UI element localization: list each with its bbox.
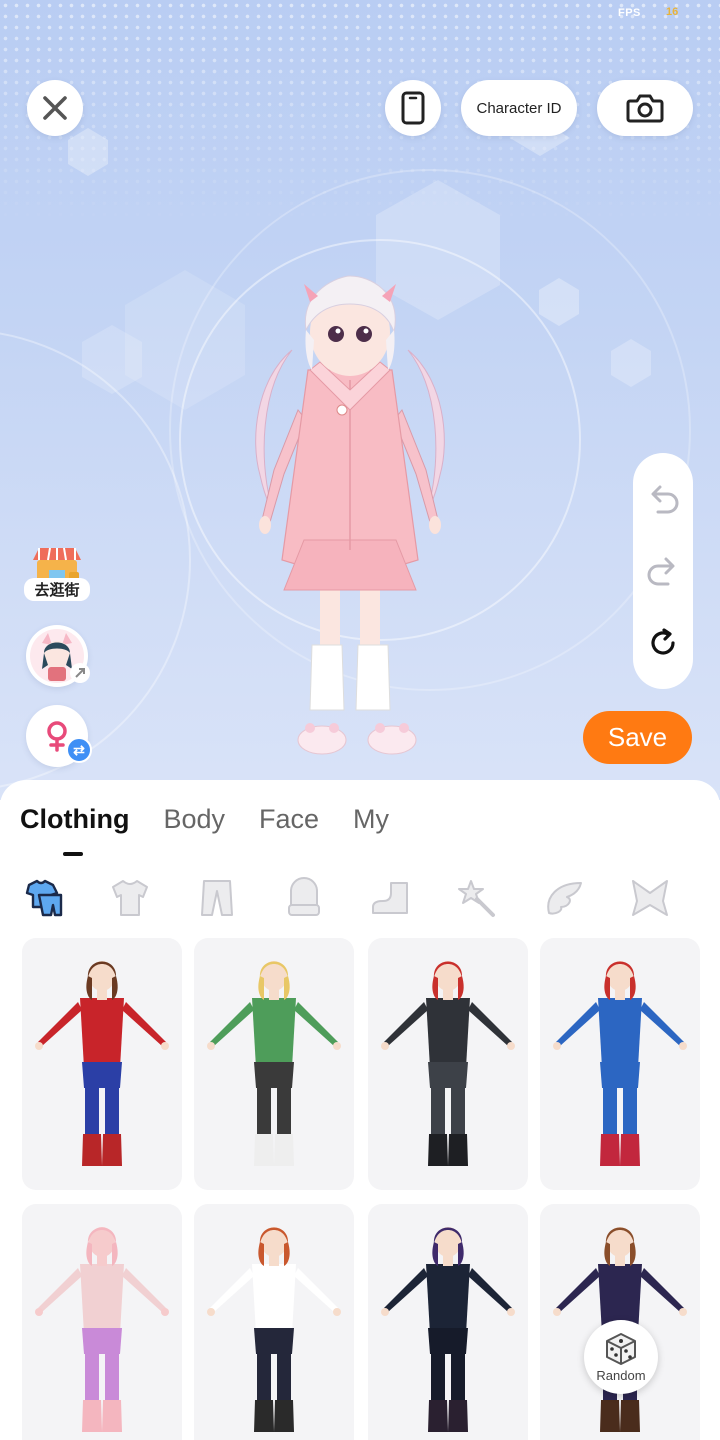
subcategory-accessory[interactable] [456, 876, 500, 920]
swap-icon: ⇄ [66, 737, 92, 763]
subcategory-shoes[interactable] [368, 876, 412, 920]
shoes-icon [372, 882, 408, 914]
save-button[interactable]: Save [583, 711, 692, 764]
subcategory-outfit-set[interactable] [22, 876, 66, 920]
outfit-sport-tee [207, 1227, 341, 1432]
wings-icon [547, 882, 582, 915]
undo-icon [651, 485, 679, 514]
reset-icon [651, 628, 675, 655]
dice-icon [606, 1332, 636, 1365]
outfit-pink-cat [35, 1227, 169, 1432]
outfit-gothic-dress [381, 1227, 515, 1432]
outfit-set-icon [25, 879, 63, 917]
subcategory-top[interactable] [108, 876, 152, 920]
character-stage[interactable]: FPS 16 Character ID 去逛街 ⇄ Save [0, 0, 720, 800]
reset-button[interactable] [645, 625, 681, 661]
outfit-card[interactable] [194, 938, 354, 1190]
pants-icon [201, 880, 233, 916]
bow-icon [632, 880, 668, 916]
undo-button[interactable] [645, 481, 681, 517]
tab-indicator [63, 852, 83, 856]
go-shopping-button[interactable]: 去逛街 [24, 536, 90, 601]
outfit-black-bodysuit [381, 961, 515, 1166]
outfit-card[interactable] [22, 1204, 182, 1440]
fps-label: FPS [618, 7, 641, 19]
gloves-icon [288, 877, 320, 916]
top-icon [112, 880, 148, 916]
outfit-card[interactable] [194, 1204, 354, 1440]
subcategory-wings[interactable] [542, 876, 586, 920]
outfit-card[interactable] [368, 938, 528, 1190]
redo-icon [647, 557, 675, 586]
subcategory-bow[interactable] [628, 876, 672, 920]
close-button[interactable] [27, 80, 83, 136]
avatar-button[interactable] [26, 625, 90, 687]
outfit-card[interactable] [540, 938, 700, 1190]
outfit-card[interactable] [22, 938, 182, 1190]
subcategory-row [20, 876, 710, 920]
subcategory-gloves[interactable] [282, 876, 326, 920]
tab-clothing[interactable]: Clothing [20, 804, 129, 835]
character-model[interactable] [240, 270, 460, 760]
gender-switch-button[interactable]: ⇄ [26, 705, 92, 767]
subcategory-pants[interactable] [195, 876, 239, 920]
outfit-wonder-hero [35, 961, 169, 1166]
device-preview-button[interactable] [385, 80, 441, 136]
redo-button[interactable] [645, 553, 681, 589]
close-icon [43, 96, 67, 120]
camera-icon [626, 94, 664, 123]
character-id-button[interactable]: Character ID [461, 80, 577, 136]
tab-body[interactable]: Body [163, 804, 225, 835]
history-panel [633, 453, 693, 689]
category-tabs: Clothing Body Face My [20, 804, 389, 835]
camera-button[interactable] [597, 80, 693, 136]
outfit-green-kimono [207, 961, 341, 1166]
tab-face[interactable]: Face [259, 804, 319, 835]
fps-value: 16 [666, 6, 679, 18]
outfit-card[interactable] [368, 1204, 528, 1440]
link-icon [70, 663, 90, 683]
magic-wand-icon [458, 880, 495, 917]
random-button[interactable]: Random [584, 1320, 658, 1394]
phone-icon [401, 91, 425, 125]
tab-my[interactable]: My [353, 804, 389, 835]
random-label: Random [596, 1367, 646, 1383]
go-shopping-label: 去逛街 [24, 578, 90, 601]
outfit-captain-hero [553, 961, 687, 1166]
